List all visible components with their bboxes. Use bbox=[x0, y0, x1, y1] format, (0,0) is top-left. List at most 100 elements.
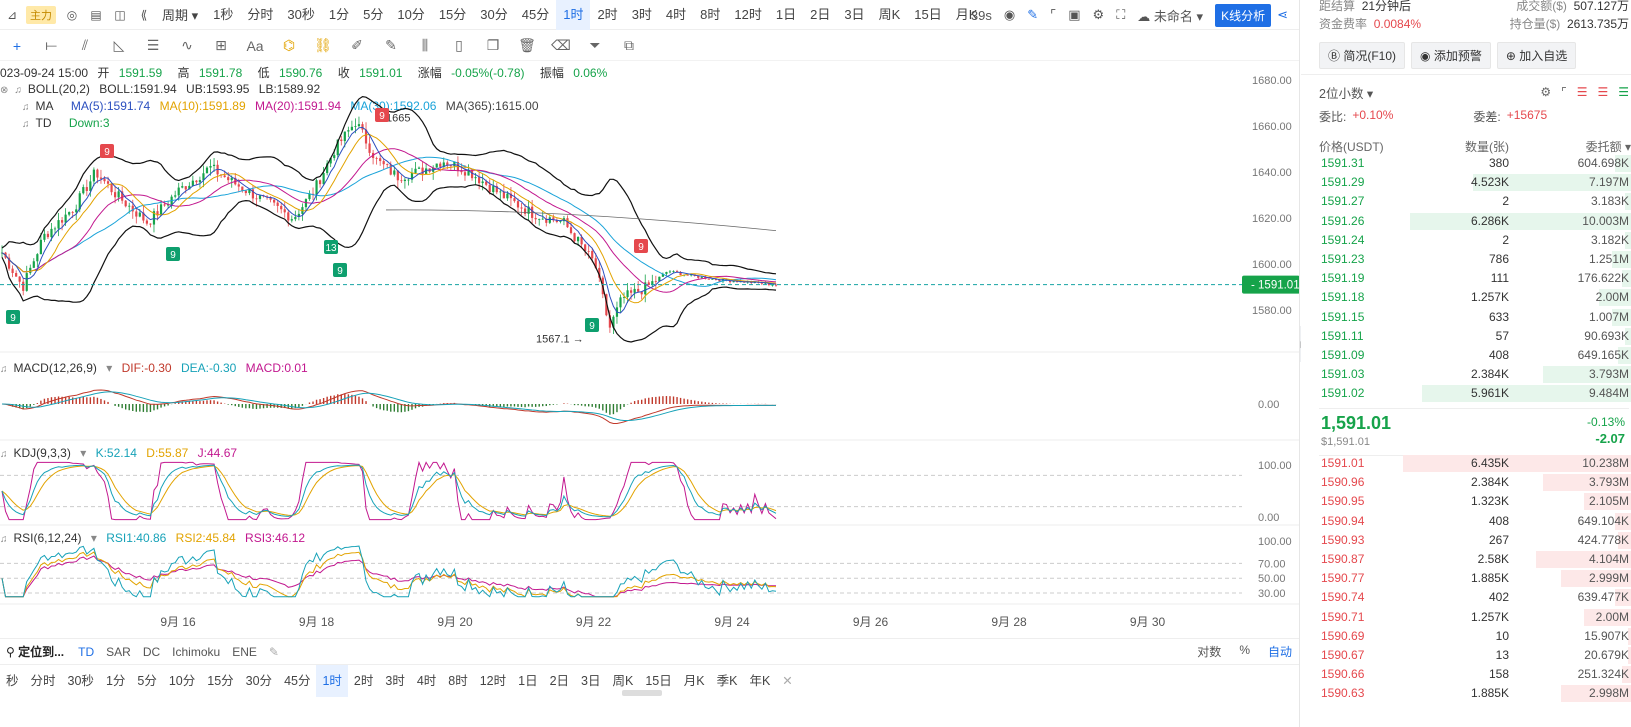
rsi-tick: 30.00 bbox=[1258, 588, 1286, 600]
ask-row[interactable]: 1590.71 1.257K 2.00M bbox=[1315, 608, 1631, 627]
ask-row[interactable]: 1590.95 1.323K 2.105M bbox=[1315, 492, 1631, 511]
scale-options: 对数 % 自动 bbox=[1179, 643, 1292, 660]
ask-row[interactable]: 1590.63 1.885K 2.998M bbox=[1315, 684, 1631, 703]
bottom-timeframe-20[interactable]: 月K bbox=[678, 665, 711, 697]
bottom-timeframe-7[interactable]: 30分 bbox=[240, 665, 278, 697]
candle-body bbox=[11, 268, 14, 274]
ask-row[interactable]: 1590.94 408 649.104K bbox=[1315, 512, 1631, 531]
indicator-bar: ⚲ 定位到... TD SAR DC Ichimoku ENE ✎ 对数 % 自… bbox=[0, 638, 1299, 664]
bottom-timeframe-6[interactable]: 15分 bbox=[201, 665, 239, 697]
candle-body bbox=[15, 273, 18, 277]
order-price: 1590.87 bbox=[1321, 551, 1365, 566]
ask-row[interactable]: 1591.01 6.435K 10.238M bbox=[1315, 454, 1631, 473]
diff-value: +15675 bbox=[1506, 108, 1548, 122]
ask-row[interactable]: 1590.93 267 424.778K bbox=[1315, 531, 1631, 550]
chart-canvas[interactable]: 1680.00 1660.00 1640.00 1620.00 1600.00 1580.… bbox=[0, 0, 1300, 727]
ask-row[interactable]: 1590.66 158 251.324K bbox=[1315, 665, 1631, 684]
bid-row[interactable]: 1591.03 2.384K 3.793M bbox=[1315, 365, 1631, 384]
both-side-icon[interactable]: ☰ bbox=[1577, 85, 1588, 99]
indicator-dc[interactable]: DC bbox=[143, 645, 160, 659]
indicator-td[interactable]: TD bbox=[78, 645, 94, 659]
percent-scale-button[interactable]: % bbox=[1239, 643, 1250, 660]
comment-icon[interactable]: ⌜ bbox=[1561, 85, 1567, 99]
chart-pane[interactable]: ⊿ 主力 ◎ ▤ ◫ ⟪ 周期 ▾ 1秒 分时 30秒 1分 5分 10分 15分 30分 45… bbox=[0, 0, 1300, 727]
ask-row[interactable]: 1590.67 13 20.679K bbox=[1315, 646, 1631, 665]
bid-row[interactable]: 1591.09 408 649.165K bbox=[1315, 346, 1631, 365]
bottom-timeframe-5[interactable]: 10分 bbox=[163, 665, 201, 697]
candle-body bbox=[230, 177, 233, 181]
bottom-timeframe-15[interactable]: 1日 bbox=[512, 665, 543, 697]
indicator-ichimoku[interactable]: Ichimoku bbox=[172, 645, 220, 659]
precision-selector[interactable]: 2位小数 ▾ bbox=[1319, 83, 1373, 102]
ask-row[interactable]: 1590.77 1.885K 2.999M bbox=[1315, 569, 1631, 588]
bottom-timeframe-8[interactable]: 45分 bbox=[278, 665, 316, 697]
bottom-timeframe-1[interactable]: 分时 bbox=[25, 665, 62, 697]
bottom-timeframe-17[interactable]: 3日 bbox=[575, 665, 606, 697]
bottom-timeframe-3[interactable]: 1分 bbox=[100, 665, 131, 697]
col-total-selector[interactable]: 委托额 ▾ bbox=[1509, 138, 1631, 155]
resize-handle[interactable] bbox=[622, 690, 662, 696]
bid-row[interactable]: 1591.31 380 604.698K bbox=[1315, 154, 1631, 173]
candle-body bbox=[39, 239, 42, 255]
candle-body bbox=[209, 166, 212, 168]
overview-button[interactable]: Ⓑ 简况(F10) bbox=[1319, 42, 1406, 69]
candle-body bbox=[322, 173, 325, 185]
bid-row[interactable]: 1591.26 6.286K 10.003M bbox=[1315, 212, 1631, 231]
bottom-timeframe-2[interactable]: 30秒 bbox=[62, 665, 100, 697]
bottom-timeframe-12[interactable]: 4时 bbox=[411, 665, 442, 697]
bid-row[interactable]: 1591.23 786 1.251M bbox=[1315, 250, 1631, 269]
locate-button[interactable]: ⚲ 定位到... bbox=[6, 643, 64, 660]
candle-body bbox=[668, 271, 672, 273]
ask-row[interactable]: 1590.87 2.58K 4.104M bbox=[1315, 550, 1631, 569]
bottom-timeframe-4[interactable]: 5分 bbox=[131, 665, 162, 697]
date-tick: 9月 26 bbox=[853, 615, 889, 629]
bottom-timeframe-9[interactable]: 1时 bbox=[316, 664, 348, 697]
bid-row[interactable]: 1591.19 111 176.622K bbox=[1315, 269, 1631, 288]
bid-row[interactable]: 1591.02 5.961K 9.484M bbox=[1315, 384, 1631, 403]
ask-row[interactable]: 1590.96 2.384K 3.793M bbox=[1315, 473, 1631, 492]
add-watchlist-button[interactable]: ⊕ 加入自选 bbox=[1496, 42, 1577, 69]
order-qty: 2 bbox=[1502, 232, 1509, 247]
candle-body bbox=[407, 179, 410, 181]
ask-row[interactable]: 1590.74 402 639.477K bbox=[1315, 588, 1631, 607]
auto-scale-button[interactable]: 自动 bbox=[1268, 643, 1292, 660]
bottom-timeframe-11[interactable]: 3时 bbox=[379, 665, 410, 697]
bottom-timeframe-22[interactable]: 年K bbox=[743, 665, 776, 697]
bid-row[interactable]: 1591.29 4.523K 7.197M bbox=[1315, 173, 1631, 192]
bottom-timeframe-10[interactable]: 2时 bbox=[348, 665, 379, 697]
bottom-timeframe-16[interactable]: 2日 bbox=[544, 665, 575, 697]
bid-row[interactable]: 1591.11 57 90.693K bbox=[1315, 327, 1631, 346]
add-alert-button[interactable]: ◉ 添加预警 bbox=[1411, 42, 1491, 69]
bid-row[interactable]: 1591.18 1.257K 2.00M bbox=[1315, 288, 1631, 307]
edit-icon[interactable]: ✎ bbox=[269, 645, 279, 659]
orderbook-actions: Ⓑ 简况(F10) ◉ 添加预警 ⊕ 加入自选 bbox=[1319, 42, 1582, 69]
bid-row[interactable]: 1591.15 633 1.007M bbox=[1315, 308, 1631, 327]
bottom-timeframe-21[interactable]: 季K bbox=[711, 665, 744, 697]
bid-row[interactable]: 1591.24 2 3.182K bbox=[1315, 231, 1631, 250]
rsi3-line bbox=[1, 555, 777, 598]
bid-side-icon[interactable]: ☰ bbox=[1597, 85, 1608, 99]
ask-row[interactable]: 1590.69 10 15.907K bbox=[1315, 627, 1631, 646]
bottom-timeframe-0[interactable]: 秒 bbox=[0, 665, 25, 697]
candle-body bbox=[75, 209, 78, 213]
price-tick: 1600.00 bbox=[1252, 259, 1292, 271]
close-icon[interactable]: ✕ bbox=[782, 673, 792, 688]
ask-side-icon[interactable]: ☰ bbox=[1618, 85, 1629, 99]
candle-body bbox=[149, 223, 152, 225]
candle-body bbox=[587, 250, 590, 252]
bid-row[interactable]: 1591.27 2 3.183K bbox=[1315, 192, 1631, 211]
gear-icon[interactable]: ⚙ bbox=[1540, 85, 1551, 99]
order-total: 176.622K bbox=[1577, 271, 1629, 286]
log-scale-button[interactable]: 对数 bbox=[1197, 643, 1221, 660]
indicator-sar[interactable]: SAR bbox=[106, 645, 131, 659]
macd-tick: 0.00 bbox=[1258, 399, 1279, 411]
bottom-timeframe-13[interactable]: 8时 bbox=[442, 665, 473, 697]
order-price: 1591.11 bbox=[1321, 328, 1364, 343]
order-total: 4.104M bbox=[1588, 551, 1629, 566]
indicator-ene[interactable]: ENE bbox=[232, 645, 257, 659]
bottom-timeframe-14[interactable]: 12时 bbox=[474, 665, 512, 697]
candle-body bbox=[276, 202, 279, 206]
candle-body bbox=[506, 193, 509, 199]
order-total: 2.999M bbox=[1588, 571, 1629, 586]
candle-body bbox=[393, 170, 396, 175]
